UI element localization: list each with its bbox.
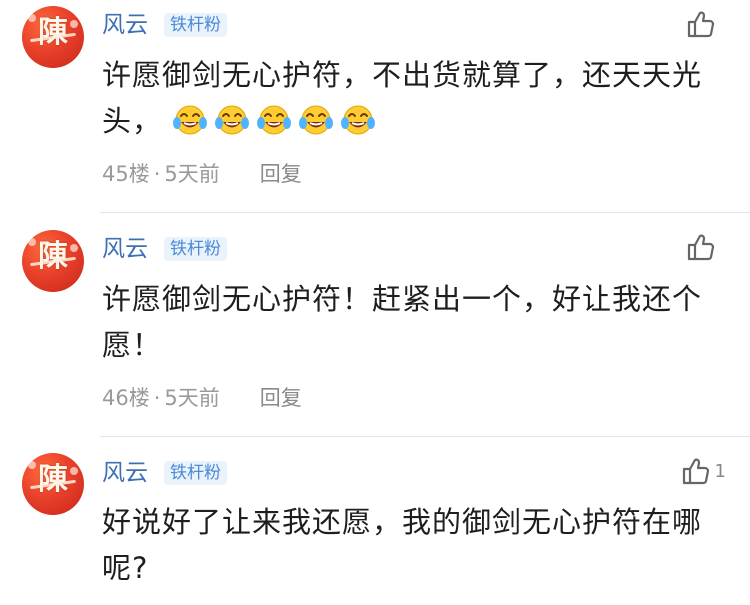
like-button[interactable]: 1 bbox=[681, 455, 726, 487]
comment-text: 好说好了让来我还愿，我的御剑无心护符在哪呢? bbox=[102, 505, 703, 585]
post-time: 5天前 bbox=[164, 162, 220, 186]
tears-of-joy-emoji bbox=[299, 105, 334, 135]
thumbs-up-icon bbox=[682, 458, 709, 485]
username[interactable]: 风云 bbox=[102, 234, 148, 264]
reply-button[interactable]: 回复 bbox=[260, 384, 302, 412]
avatar[interactable]: 陳 bbox=[22, 6, 84, 68]
fan-badge: 铁杆粉 bbox=[164, 461, 227, 485]
username[interactable]: 风云 bbox=[102, 458, 148, 488]
username[interactable]: 风云 bbox=[102, 10, 148, 40]
thumbs-up-icon bbox=[687, 234, 715, 261]
floor-number: 46楼 bbox=[102, 386, 150, 410]
comment-text: 许愿御剑无心护符！赶紧出一个，好让我还个愿！ bbox=[102, 282, 703, 362]
fan-badge: 铁杆粉 bbox=[164, 13, 227, 37]
divider bbox=[100, 212, 750, 213]
avatar[interactable]: 陳 bbox=[22, 453, 84, 515]
comment-meta: 46楼 · 5天前 回复 bbox=[102, 384, 302, 412]
tears-of-joy-emoji bbox=[215, 105, 250, 135]
floor-number: 45楼 bbox=[102, 162, 150, 186]
post-time: 5天前 bbox=[164, 386, 220, 410]
meta-separator: · bbox=[153, 162, 161, 186]
tears-of-joy-emoji bbox=[173, 105, 208, 135]
emoji-row bbox=[172, 104, 382, 138]
like-button[interactable] bbox=[686, 231, 720, 263]
reply-button[interactable]: 回复 bbox=[260, 160, 302, 188]
like-count: 1 bbox=[714, 460, 726, 482]
avatar[interactable]: 陳 bbox=[22, 230, 84, 292]
fan-badge: 铁杆粉 bbox=[164, 237, 227, 261]
tears-of-joy-emoji bbox=[341, 105, 376, 135]
like-button[interactable] bbox=[686, 8, 720, 40]
tears-of-joy-emoji bbox=[257, 105, 292, 135]
thumbs-up-icon bbox=[687, 11, 715, 38]
comment-meta: 45楼 · 5天前 回复 bbox=[102, 160, 302, 188]
divider bbox=[100, 436, 750, 437]
comment-text: 许愿御剑无心护符，不出货就算了，还天天光头， bbox=[102, 52, 722, 144]
meta-separator: · bbox=[153, 386, 161, 410]
